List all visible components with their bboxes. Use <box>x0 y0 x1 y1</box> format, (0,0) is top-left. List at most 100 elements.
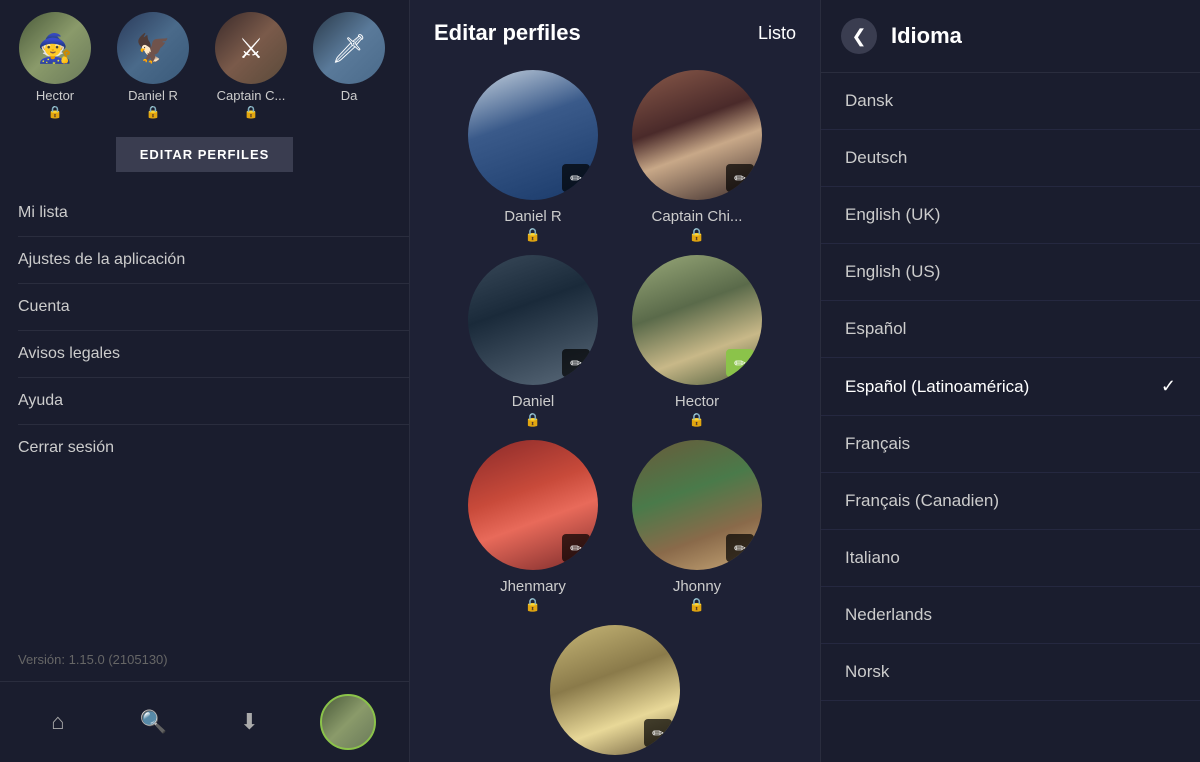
profile-card-avatar: ✏ <box>632 255 762 385</box>
profiles-row: ✏ Jhenmary 🔒 ✏ Jhonny 🔒 <box>426 440 804 613</box>
profile-avatar: 🦅 <box>117 12 189 84</box>
language-item[interactable]: Norsk <box>821 644 1200 701</box>
language-label: Français (Canadien) <box>845 491 999 511</box>
profile-nav-item[interactable] <box>320 694 376 750</box>
language-item[interactable]: Español <box>821 301 1200 358</box>
language-item[interactable]: English (UK) <box>821 187 1200 244</box>
profile-edit-button[interactable]: ✏ <box>726 164 754 192</box>
language-label: English (US) <box>845 262 940 282</box>
language-item[interactable]: Français <box>821 416 1200 473</box>
profile-edit-button[interactable]: ✏ <box>726 534 754 562</box>
language-panel: ❮ Idioma Dansk Deutsch English (UK) Engl… <box>820 0 1200 762</box>
profile-card-avatar: ✏ <box>550 625 680 755</box>
home-nav-item[interactable]: ⌂ <box>33 697 83 747</box>
profile-card[interactable]: ✏ Hector 🔒 <box>627 255 767 428</box>
profile-card-name: Hector <box>675 393 719 410</box>
sidebar-nav-item[interactable]: Avisos legales <box>18 331 409 378</box>
language-item[interactable]: Deutsch <box>821 130 1200 187</box>
avatar-emoji: 🦅 <box>136 32 171 65</box>
profile-card-name: Jhonny <box>673 578 721 595</box>
language-item[interactable]: Italiano <box>821 530 1200 587</box>
profile-card-name: Daniel <box>512 393 555 410</box>
profile-edit-button[interactable]: ✏ <box>562 534 590 562</box>
sidebar: 🧙 Hector 🔒 🦅 Daniel R 🔒 ⚔ Captain C... 🔒… <box>0 0 410 762</box>
profile-edit-button[interactable]: ✏ <box>644 719 672 747</box>
avatar-emoji: 🗡 <box>331 32 367 65</box>
edit-profiles-button[interactable]: EDITAR PERFILES <box>116 137 294 172</box>
profile-name: Da <box>341 88 358 103</box>
sidebar-nav-item[interactable]: Cuenta <box>18 284 409 331</box>
profiles-row: ✏ Daniel 🔒 ✏ Hector 🔒 <box>426 255 804 428</box>
profiles-row: ✏ Daniel R 🔒 ✏ Captain Chi... 🔒 <box>426 70 804 243</box>
profile-card[interactable]: ✏ Daniel R 🔒 <box>463 70 603 243</box>
main-content: Editar perfiles Listo ✏ Daniel R 🔒 ✏ Cap… <box>410 0 820 762</box>
sidebar-profile-item[interactable]: ⚔ Captain C... 🔒 <box>206 12 296 119</box>
sidebar-profile-item[interactable]: 🧙 Hector 🔒 <box>10 12 100 119</box>
lock-icon: 🔒 <box>146 105 161 119</box>
profile-bar: 🧙 Hector 🔒 🦅 Daniel R 🔒 ⚔ Captain C... 🔒… <box>0 0 409 129</box>
profile-card-lock-icon: 🔒 <box>525 227 541 243</box>
sidebar-nav-item[interactable]: Cerrar sesión <box>18 425 409 471</box>
language-header: ❮ Idioma <box>821 0 1200 73</box>
sidebar-profile-item[interactable]: 🦅 Daniel R 🔒 <box>108 12 198 119</box>
language-list: Dansk Deutsch English (UK) English (US) … <box>821 73 1200 762</box>
profile-card-name: Daniel R <box>504 208 562 225</box>
profile-name: Daniel R <box>128 88 178 103</box>
language-item[interactable]: Dansk <box>821 73 1200 130</box>
sidebar-profile-item[interactable]: 🗡 Da <box>304 12 394 103</box>
avatar-emoji: 🧙 <box>38 32 73 65</box>
sidebar-nav-item[interactable]: Ayuda <box>18 378 409 425</box>
language-title: Idioma <box>891 23 962 49</box>
profile-avatar: ⚔ <box>215 12 287 84</box>
profile-card[interactable]: ✏ Daniel 🔒 <box>463 255 603 428</box>
profile-card-lock-icon: 🔒 <box>525 412 541 428</box>
language-label: English (UK) <box>845 205 940 225</box>
main-header: Editar perfiles Listo <box>410 0 820 62</box>
profile-card-avatar: ✏ <box>468 70 598 200</box>
profile-card-name: Jhenmary <box>500 578 566 595</box>
profiles-row: ✏ Nova <box>426 625 804 762</box>
back-arrow-icon: ❮ <box>851 26 866 47</box>
language-label: Español <box>845 319 906 339</box>
sidebar-nav: Mi listaAjustes de la aplicaciónCuentaAv… <box>0 190 409 638</box>
profile-edit-button[interactable]: ✏ <box>562 349 590 377</box>
profile-card-avatar: ✏ <box>632 440 762 570</box>
language-label: Deutsch <box>845 148 907 168</box>
profile-card-lock-icon: 🔒 <box>689 597 705 613</box>
profile-card[interactable]: ✏ Captain Chi... 🔒 <box>627 70 767 243</box>
profile-card-lock-icon: 🔒 <box>689 412 705 428</box>
lock-icon: 🔒 <box>48 105 63 119</box>
profile-card[interactable]: ✏ Jhenmary 🔒 <box>463 440 603 613</box>
language-item[interactable]: English (US) <box>821 244 1200 301</box>
language-item[interactable]: Nederlands <box>821 587 1200 644</box>
download-nav-item[interactable]: ⬇ <box>224 697 274 747</box>
back-button[interactable]: ❮ <box>841 18 877 54</box>
language-item[interactable]: Español (Latinoamérica) ✓ <box>821 358 1200 416</box>
profile-edit-button[interactable]: ✏ <box>562 164 590 192</box>
sidebar-nav-item[interactable]: Mi lista <box>18 190 409 237</box>
language-label: Dansk <box>845 91 893 111</box>
home-icon: ⌂ <box>51 709 64 735</box>
profile-edit-button[interactable]: ✏ <box>726 349 754 377</box>
profile-card-lock-icon: 🔒 <box>689 227 705 243</box>
bottom-nav: ⌂ 🔍 ⬇ <box>0 681 409 762</box>
download-icon: ⬇ <box>240 709 258 735</box>
language-label: Italiano <box>845 548 900 568</box>
version-text: Versión: 1.15.0 (2105130) <box>0 638 409 681</box>
profiles-grid: ✏ Daniel R 🔒 ✏ Captain Chi... 🔒 ✏ Daniel… <box>410 62 820 762</box>
search-nav-item[interactable]: 🔍 <box>129 697 179 747</box>
profile-name: Hector <box>36 88 74 103</box>
profile-card[interactable]: ✏ Jhonny 🔒 <box>627 440 767 613</box>
profile-avatar: 🗡 <box>313 12 385 84</box>
profile-card-lock-icon: 🔒 <box>525 597 541 613</box>
profile-card-avatar: ✏ <box>468 440 598 570</box>
profile-card[interactable]: ✏ Nova <box>545 625 685 762</box>
language-item[interactable]: Français (Canadien) <box>821 473 1200 530</box>
check-icon: ✓ <box>1161 376 1176 397</box>
search-icon: 🔍 <box>140 709 167 735</box>
language-label: Français <box>845 434 910 454</box>
lock-icon: 🔒 <box>244 105 259 119</box>
sidebar-nav-item[interactable]: Ajustes de la aplicación <box>18 237 409 284</box>
listo-button[interactable]: Listo <box>758 23 796 44</box>
profile-card-name: Captain Chi... <box>652 208 743 225</box>
